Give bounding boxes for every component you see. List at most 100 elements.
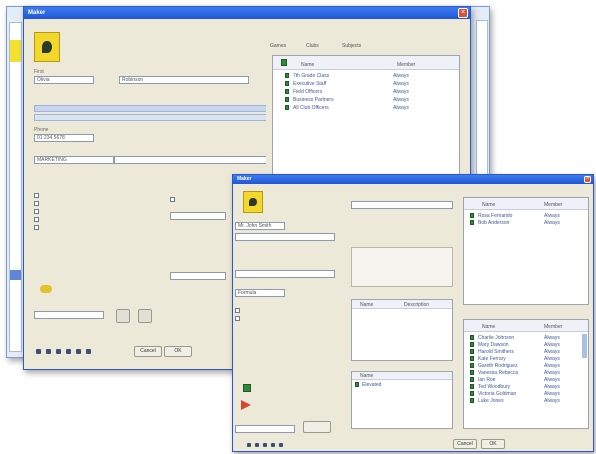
group-field[interactable]: MARKETING <box>34 156 114 164</box>
front-bottom-header-member[interactable]: Member <box>544 324 562 330</box>
right-option-field[interactable] <box>170 212 226 220</box>
nav-prev-button[interactable] <box>46 349 51 354</box>
book-icon <box>285 105 289 110</box>
tool-button-1[interactable] <box>116 309 130 323</box>
front-nav-new-button[interactable] <box>279 443 283 447</box>
close-icon[interactable]: × <box>458 8 468 18</box>
front-window-titlebar: Maker <box>233 175 593 184</box>
option-checkbox-1[interactable] <box>34 193 39 198</box>
front-close-icon[interactable]: × <box>584 176 591 183</box>
table-row[interactable]: Vanessa Rebecca Always <box>464 369 588 376</box>
front-name-field[interactable]: Mr. John Smith <box>235 222 285 230</box>
table-row[interactable]: 7th Grade Class Always <box>273 72 459 80</box>
front-bottom-field[interactable] <box>235 425 295 433</box>
nav-last-button[interactable] <box>66 349 71 354</box>
phone-field[interactable]: 01 234 5678 <box>34 134 94 142</box>
table-row[interactable]: All Club Officers Always <box>273 104 459 112</box>
front-small-header-name[interactable]: Name <box>360 373 373 379</box>
table-row[interactable]: Executive Staff Always <box>273 80 459 88</box>
front-bottom-list: Name Member Charlie Johnson Always Mary Da… <box>463 319 589 429</box>
list-header: Name Member <box>273 56 459 70</box>
front-bottom-header-name[interactable]: Name <box>482 324 495 330</box>
ok-button[interactable]: OK <box>164 346 192 357</box>
cancel-button[interactable]: Cancel <box>134 346 162 357</box>
front-small-list-book-icon <box>355 382 359 387</box>
row-member: Always <box>393 89 409 95</box>
right-option-field-2[interactable] <box>170 272 226 280</box>
table-row[interactable]: Luke Jones Always <box>464 397 588 404</box>
table-row[interactable]: Field Officers Always <box>273 88 459 96</box>
front-nav-prev-button[interactable] <box>255 443 259 447</box>
right-option-checkbox[interactable] <box>170 197 175 202</box>
table-row[interactable]: Ted Woodbury Always <box>464 383 588 390</box>
group-field-2[interactable] <box>114 156 274 164</box>
header-member[interactable]: Member <box>397 62 415 68</box>
key-icon <box>40 285 52 293</box>
front-small-list-item[interactable]: Elevated <box>362 382 381 388</box>
front-ok-button[interactable]: OK <box>481 439 505 449</box>
main-window-title: Maker <box>28 10 46 16</box>
table-row[interactable]: Charlie Johnson Always <box>464 334 588 341</box>
row-member: Always <box>393 73 409 79</box>
tab-games[interactable]: Games <box>270 43 300 51</box>
row-name: All Club Officers <box>293 105 329 111</box>
book-icon <box>470 335 474 340</box>
front-checkbox-2[interactable] <box>235 316 240 321</box>
front-nav-next-button[interactable] <box>263 443 267 447</box>
table-row[interactable]: Kate Ferrary Always <box>464 355 588 362</box>
front-combo-field[interactable]: Formula <box>235 289 285 297</box>
header-name[interactable]: Name <box>301 62 314 68</box>
table-row[interactable]: Bob Anderson Always <box>464 219 588 226</box>
book-icon <box>285 81 289 86</box>
last-name-field[interactable]: Robinson <box>119 76 249 84</box>
book-icon <box>470 391 474 396</box>
table-row[interactable]: Victoria Goldman Always <box>464 390 588 397</box>
front-middle-field[interactable] <box>351 201 453 209</box>
table-row[interactable]: Harold Smithers Always <box>464 348 588 355</box>
table-row[interactable]: Gareth Rodriguez Always <box>464 362 588 369</box>
first-name-field[interactable]: Olivia <box>34 76 94 84</box>
nav-next-button[interactable] <box>56 349 61 354</box>
table-row[interactable]: Rosa Fernando Always <box>464 212 588 219</box>
nav-new-button[interactable] <box>76 349 81 354</box>
table-row[interactable]: Ian Roe Always <box>464 376 588 383</box>
row-name: Business Partners <box>293 97 334 103</box>
nav-first-button[interactable] <box>36 349 41 354</box>
front-tool-button[interactable] <box>303 421 331 433</box>
book-icon <box>285 89 289 94</box>
front-book-icon <box>243 384 251 392</box>
book-icon <box>470 342 474 347</box>
front-top-header-member[interactable]: Member <box>544 202 562 208</box>
front-bottom-list-scrollbar[interactable] <box>582 334 587 358</box>
row-name: Executive Staff <box>293 81 327 87</box>
option-checkbox-4[interactable] <box>34 217 39 222</box>
front-field-2[interactable] <box>235 233 335 241</box>
front-middle-header-description[interactable]: Description <box>404 302 429 308</box>
front-top-list: Name Member Rosa Fernando Always Bob Ander… <box>463 197 589 305</box>
nav-delete-button[interactable] <box>86 349 91 354</box>
front-cancel-button[interactable]: Cancel <box>453 439 477 449</box>
contact-photo-icon <box>34 32 60 62</box>
tab-subjects[interactable]: Subjects <box>342 43 376 51</box>
book-icon <box>470 370 474 375</box>
option-checkbox-5[interactable] <box>34 225 39 230</box>
option-checkbox-3[interactable] <box>34 209 39 214</box>
notes-field[interactable] <box>34 311 104 319</box>
option-checkbox-2[interactable] <box>34 201 39 206</box>
table-row[interactable]: Business Partners Always <box>273 96 459 104</box>
book-icon <box>285 97 289 102</box>
tab-clubs[interactable]: Clubs <box>306 43 336 51</box>
table-row[interactable]: Mary Dawson Always <box>464 341 588 348</box>
front-field-3[interactable] <box>235 270 335 278</box>
book-icon <box>470 349 474 354</box>
front-top-header-name[interactable]: Name <box>482 202 495 208</box>
front-checkbox-1[interactable] <box>235 308 240 313</box>
front-middle-header-name[interactable]: Name <box>360 302 373 308</box>
front-nav-last-button[interactable] <box>271 443 275 447</box>
book-icon <box>470 213 474 218</box>
tool-button-2[interactable] <box>138 309 152 323</box>
book-icon <box>470 356 474 361</box>
front-bottom-list-header: Name Member <box>464 320 588 332</box>
phone-label: Phone <box>34 127 49 133</box>
front-nav-first-button[interactable] <box>247 443 251 447</box>
